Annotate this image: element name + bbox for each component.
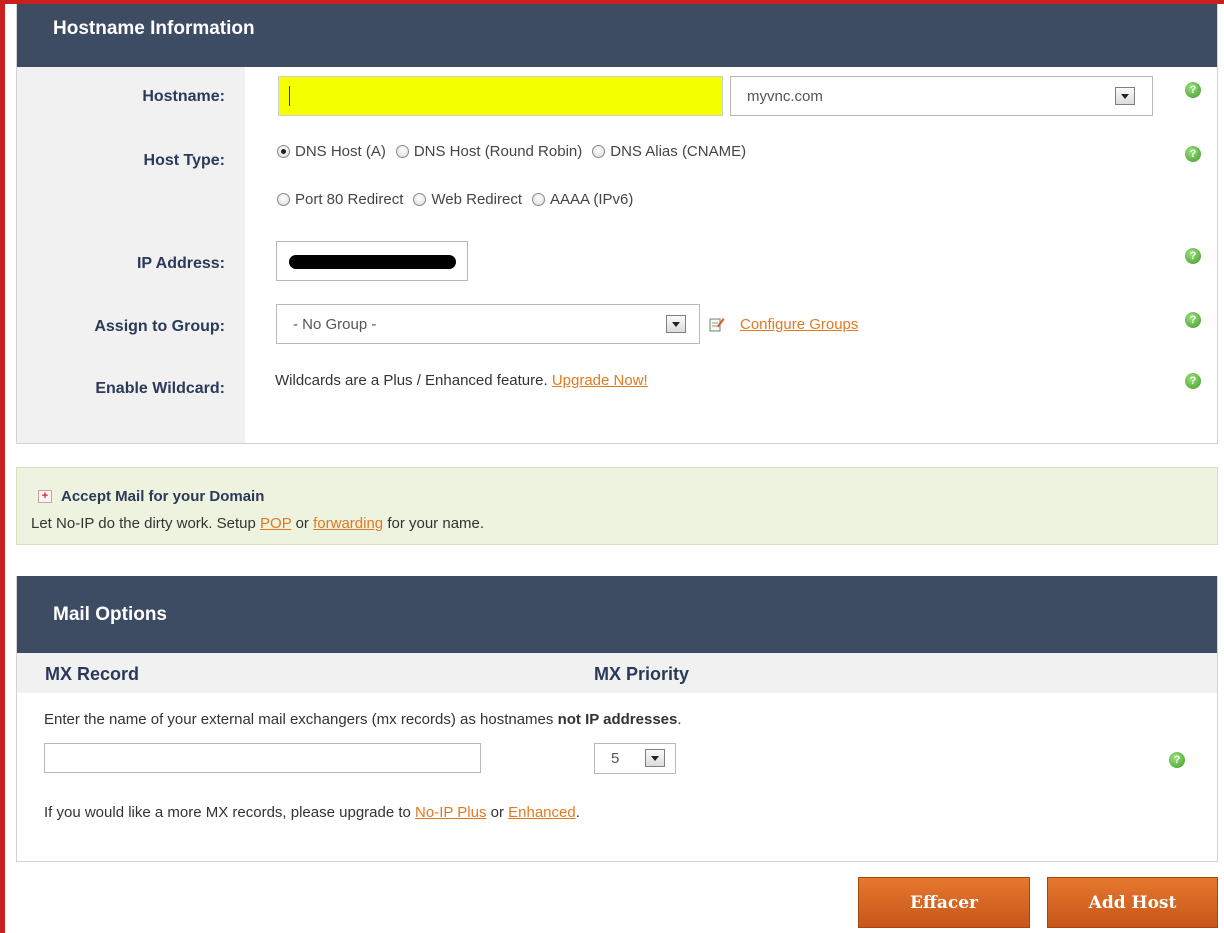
radio-button[interactable] [592,145,606,158]
radio-label: DNS Host (A) [295,143,386,160]
upgrade-now-link[interactable]: Upgrade Now! [552,372,648,389]
radio-dns-host-a[interactable]: DNS Host (A) [277,143,386,160]
mx-instructions: Enter the name of your external mail exc… [44,711,682,728]
configure-groups-link[interactable]: Configure Groups [740,316,858,333]
mx-upgrade-suffix: . [575,804,580,821]
host-type-label: Host Type: [143,152,225,169]
text-cursor [289,86,290,106]
clear-button[interactable]: Effacer [858,877,1030,928]
hostname-information-section: Hostname Information Hostname: myvnc.com… [16,4,1218,444]
promo-text-or: or [295,515,309,532]
mx-help-icon[interactable]: ? [1169,752,1185,768]
group-select[interactable]: - No Group - [276,304,700,344]
promo-text: Let No-IP do the dirty work. Setup POP o… [31,515,484,532]
hostname-help-icon[interactable]: ? [1185,82,1201,98]
mx-priority-value: 5 [611,750,620,767]
enhanced-link[interactable]: Enhanced [508,804,576,821]
host-type-row-1: DNS Host (A) DNS Host (Round Robin) DNS … [277,143,756,160]
radio-button[interactable] [413,193,427,206]
mx-upgrade-prefix: If you would like a more MX records, ple… [44,804,411,821]
radio-label: AAAA (IPv6) [549,191,634,208]
mx-instructions-prefix: Enter the name of your external mail exc… [44,711,554,728]
host-type-row-2: Port 80 Redirect Web Redirect AAAA (IPv6… [277,191,643,208]
dropdown-arrow-icon[interactable] [666,315,686,333]
mx-priority-select[interactable]: 5 [594,743,676,774]
mail-options-section: Mail Options MX Record MX Priority Enter… [16,576,1218,862]
radio-port-80-redirect[interactable]: Port 80 Redirect [277,191,403,208]
hostname-input[interactable] [278,76,723,116]
ip-address-input[interactable] [276,241,468,281]
radio-web-redirect[interactable]: Web Redirect [413,191,522,208]
host-type-help-icon[interactable]: ? [1185,146,1201,162]
ip-address-label: IP Address: [136,255,225,272]
radio-label: Port 80 Redirect [295,191,404,208]
radio-label: DNS Host (Round Robin) [413,143,583,160]
add-host-button[interactable]: Add Host [1047,877,1218,928]
radio-button[interactable] [277,145,290,158]
accept-mail-promo: + Accept Mail for your Domain Let No-IP … [16,467,1218,545]
radio-label: DNS Alias (CNAME) [610,143,747,160]
radio-aaaa-ipv6[interactable]: AAAA (IPv6) [531,191,634,208]
window-frame-left [0,0,5,933]
promo-text-before: Let No-IP do the dirty work. Setup [31,515,256,532]
mx-upgrade-or: or [490,804,504,821]
dropdown-arrow-icon[interactable] [645,749,665,767]
promo-title[interactable]: Accept Mail for your Domain [61,488,264,505]
assign-group-label: Assign to Group: [94,318,225,335]
radio-button[interactable] [531,193,545,206]
pop-link[interactable]: POP [260,515,291,532]
radio-button[interactable] [395,145,409,158]
radio-button[interactable] [277,193,290,206]
wildcard-help-icon[interactable]: ? [1185,373,1201,389]
dropdown-arrow-icon[interactable] [1115,87,1135,105]
expand-plus-icon[interactable]: + [38,490,52,503]
mx-priority-header: MX Priority [594,664,690,684]
mx-instructions-bold: not IP addresses [557,711,678,728]
mx-upgrade-note: If you would like a more MX records, ple… [44,804,580,821]
group-select-value: - No Group - [293,315,377,333]
promo-text-after: for your name. [387,515,485,532]
ip-address-help-icon[interactable]: ? [1185,248,1201,264]
mail-options-header: Mail Options [17,576,1217,653]
enable-wildcard-label: Enable Wildcard: [95,380,225,397]
hostname-label: Hostname: [142,88,225,105]
configure-groups-icon[interactable] [709,316,725,332]
domain-select[interactable]: myvnc.com [730,76,1153,116]
mx-header-row: MX Record MX Priority [17,653,1217,693]
hostname-section-title: Hostname Information [53,17,255,39]
domain-select-value: myvnc.com [747,87,823,105]
noip-plus-link[interactable]: No-IP Plus [415,804,486,821]
radio-label: Web Redirect [431,191,522,208]
wildcard-info: Wildcards are a Plus / Enhanced feature.… [275,372,648,389]
mx-instructions-suffix: . [677,711,682,728]
mx-record-header: MX Record [45,664,140,684]
group-help-icon[interactable]: ? [1185,312,1201,328]
forwarding-link[interactable]: forwarding [313,515,383,532]
mail-options-title: Mail Options [53,603,167,625]
radio-dns-host-round-robin[interactable]: DNS Host (Round Robin) [395,143,583,160]
redaction-mark [289,255,456,269]
wildcard-text: Wildcards are a Plus / Enhanced feature. [275,372,548,389]
mx-record-input[interactable] [44,743,481,773]
radio-dns-alias-cname[interactable]: DNS Alias (CNAME) [592,143,746,160]
hostname-section-header: Hostname Information [17,4,1217,67]
